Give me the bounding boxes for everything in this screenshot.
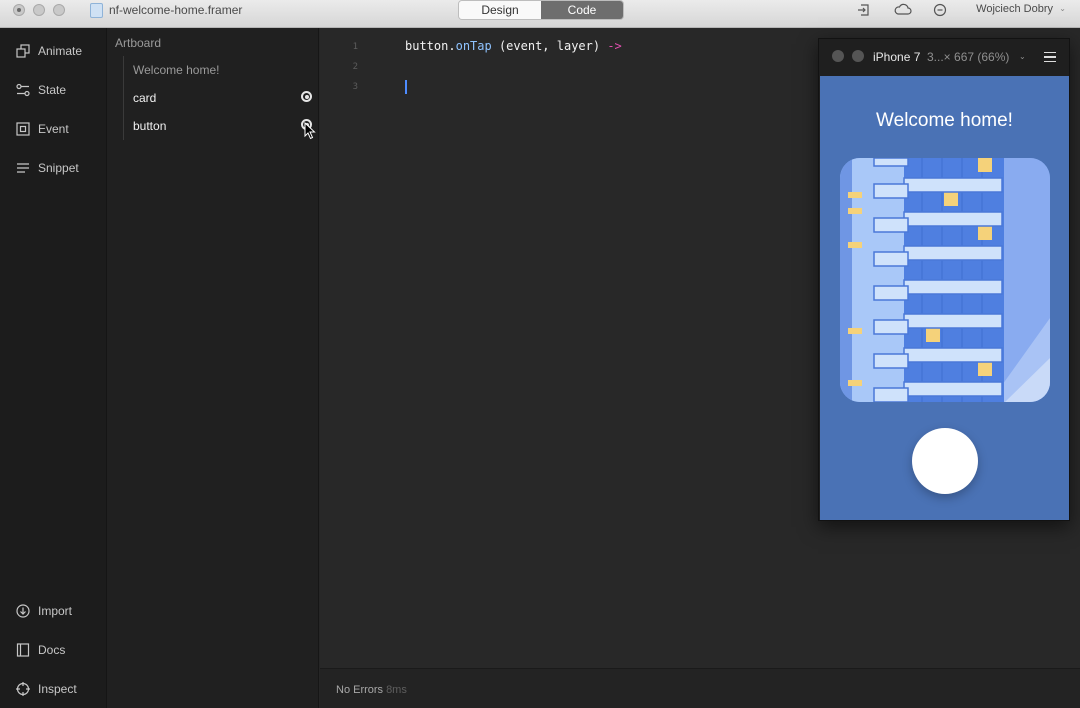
text-caret xyxy=(405,80,407,94)
hamburger-menu-icon[interactable] xyxy=(1044,52,1056,62)
nav-item-state[interactable]: State xyxy=(16,82,66,98)
code-line: button.onTap (event, layer) -> xyxy=(405,39,622,53)
nav-item-snippet[interactable]: Snippet xyxy=(16,160,79,176)
document-icon xyxy=(90,3,103,18)
inspect-icon xyxy=(16,682,30,696)
tab-code[interactable]: Code xyxy=(541,1,623,19)
layer-tree-guide xyxy=(123,56,124,140)
comment-icon[interactable] xyxy=(933,3,947,17)
minimize-window-button[interactable] xyxy=(33,4,45,16)
mode-switcher: Design Code xyxy=(458,0,624,20)
preview-minimize-button[interactable] xyxy=(852,50,864,62)
preview-close-button[interactable] xyxy=(832,50,844,62)
nav-label: Event xyxy=(38,122,69,136)
building-illustration xyxy=(840,158,1050,402)
layer-item-button[interactable]: button xyxy=(133,119,166,133)
nav-item-animate[interactable]: Animate xyxy=(16,43,82,59)
nav-item-import[interactable]: Import xyxy=(16,603,72,619)
nav-item-docs[interactable]: Docs xyxy=(16,642,65,658)
line-number: 2 xyxy=(352,62,358,72)
code-dot: . xyxy=(448,39,456,53)
device-screen: Welcome home! xyxy=(820,76,1069,520)
device-size[interactable]: 3...× 667 (66%) xyxy=(927,50,1009,64)
code-args: (event, layer) xyxy=(491,39,608,53)
tab-design[interactable]: Design xyxy=(459,1,541,19)
nav-label: Docs xyxy=(38,643,66,657)
code-arrow: -> xyxy=(607,39,622,53)
nav-label: Snippet xyxy=(38,161,79,175)
status-time: 8ms xyxy=(386,684,407,696)
docs-icon xyxy=(16,643,30,657)
mouse-cursor-icon xyxy=(304,121,316,145)
nav-item-event[interactable]: Event xyxy=(16,121,69,137)
line-number: 3 xyxy=(352,82,358,92)
line-number: 1 xyxy=(352,42,358,52)
user-menu[interactable]: Wojciech Dobry xyxy=(976,3,1053,15)
card[interactable] xyxy=(840,158,1050,402)
close-window-button[interactable] xyxy=(13,4,25,16)
chevron-down-icon: ⌄ xyxy=(1059,4,1066,13)
left-nav: Animate State Event Snippet Import Docs xyxy=(0,28,107,708)
artboard-label: Artboard xyxy=(115,36,162,50)
animate-icon xyxy=(16,44,30,58)
nav-item-inspect[interactable]: Inspect xyxy=(16,681,77,697)
chevron-down-icon[interactable]: ⌄ xyxy=(1019,52,1026,61)
layer-item-welcome-home[interactable]: Welcome home! xyxy=(133,63,219,77)
layers-panel: Artboard Welcome home! card button xyxy=(107,28,319,708)
code-method: onTap xyxy=(455,39,492,53)
state-icon xyxy=(16,83,30,97)
status-label: No Errors xyxy=(336,684,384,696)
status-bar: No Errors 8ms xyxy=(320,668,1080,708)
layer-item-card[interactable]: card xyxy=(133,91,156,105)
import-icon xyxy=(16,604,30,618)
code-object: button xyxy=(405,39,449,53)
nav-label: Animate xyxy=(38,44,83,58)
nav-label: Import xyxy=(38,604,73,618)
title-bar: nf-welcome-home.framer Design Code Wojci… xyxy=(0,0,1080,28)
target-icon[interactable] xyxy=(301,91,312,102)
snippet-icon xyxy=(16,161,30,175)
zoom-window-button[interactable] xyxy=(53,4,65,16)
event-icon xyxy=(16,122,30,136)
device-preview-window: iPhone 7 3...× 667 (66%) ⌄ Welcome home! xyxy=(818,38,1070,521)
window-title: nf-welcome-home.framer xyxy=(109,3,243,17)
action-button[interactable] xyxy=(912,428,978,494)
device-name[interactable]: iPhone 7 xyxy=(873,50,920,64)
nav-label: State xyxy=(38,83,67,97)
status-message: No Errors 8ms xyxy=(336,684,407,696)
export-icon[interactable] xyxy=(857,3,871,17)
cloud-icon[interactable] xyxy=(894,3,912,17)
nav-label: Inspect xyxy=(38,682,77,696)
welcome-title: Welcome home! xyxy=(876,110,1013,131)
